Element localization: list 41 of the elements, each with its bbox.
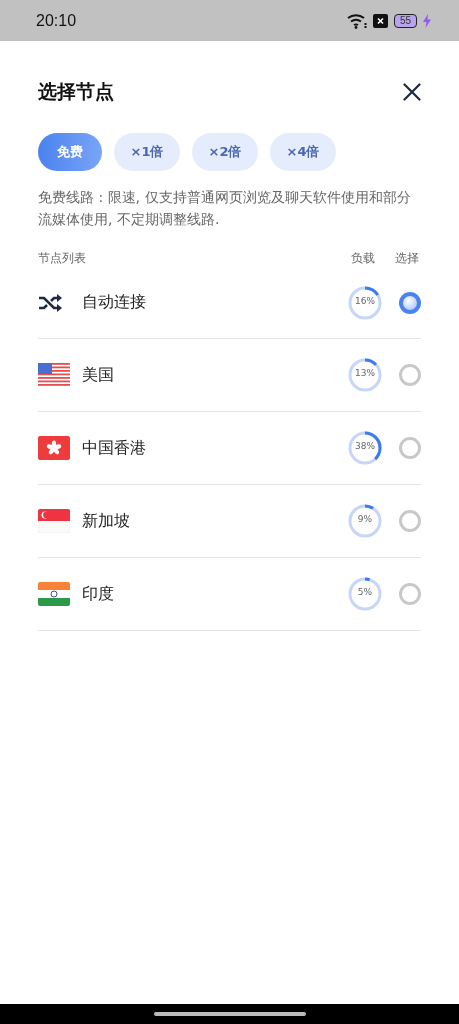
tier-tab[interactable]: ×2倍 xyxy=(192,133,258,171)
radio-button[interactable] xyxy=(399,364,421,386)
load-value: 13% xyxy=(354,368,376,378)
node-name: 印度 xyxy=(82,583,115,605)
dialog-title: 选择节点 xyxy=(38,79,114,104)
node-name: 中国香港 xyxy=(82,437,147,459)
flag-icon xyxy=(38,582,70,606)
select-heading: 选择 xyxy=(395,250,420,267)
load-gauge xyxy=(347,503,383,539)
battery-indicator: 55 xyxy=(393,13,417,28)
tier-tab[interactable]: ×4倍 xyxy=(270,133,336,171)
radio-button[interactable] xyxy=(399,437,421,459)
close-icon[interactable] xyxy=(403,83,421,101)
load-gauge xyxy=(347,284,383,321)
flag-icon xyxy=(38,436,70,460)
list-heading: 节点列表 xyxy=(38,250,87,267)
load-value: 16% xyxy=(354,295,376,306)
flag-icon xyxy=(38,363,70,387)
load-value: 9% xyxy=(356,514,374,524)
tier-tab[interactable]: 免费 xyxy=(38,133,102,171)
node-name: 新加坡 xyxy=(82,510,131,532)
description-text: 免费线路 : 限速, 仅支持普通网页浏览及聊天软件使用和部分流媒体使用, 不定期调整线路. xyxy=(38,188,412,229)
load-heading: 负载 xyxy=(351,250,376,267)
wifi-icon xyxy=(346,12,367,29)
load-value: 38% xyxy=(354,441,376,451)
radio-button[interactable] xyxy=(399,291,421,314)
load-gauge xyxy=(347,576,383,612)
sim-off-icon xyxy=(372,13,388,28)
charging-icon xyxy=(423,13,431,28)
load-gauge xyxy=(347,357,383,393)
home-indicator[interactable] xyxy=(153,1012,306,1016)
tier-tab[interactable]: ×1倍 xyxy=(114,133,180,171)
radio-button[interactable] xyxy=(399,583,421,605)
status-time: 20:10 xyxy=(36,11,77,30)
load-gauge xyxy=(347,430,383,466)
node-name: 美国 xyxy=(82,364,115,386)
load-value: 5% xyxy=(356,587,374,597)
shuffle-icon xyxy=(38,293,62,312)
radio-button[interactable] xyxy=(399,510,421,532)
flag-icon xyxy=(38,509,70,533)
node-name: 自动连接 xyxy=(82,292,147,313)
